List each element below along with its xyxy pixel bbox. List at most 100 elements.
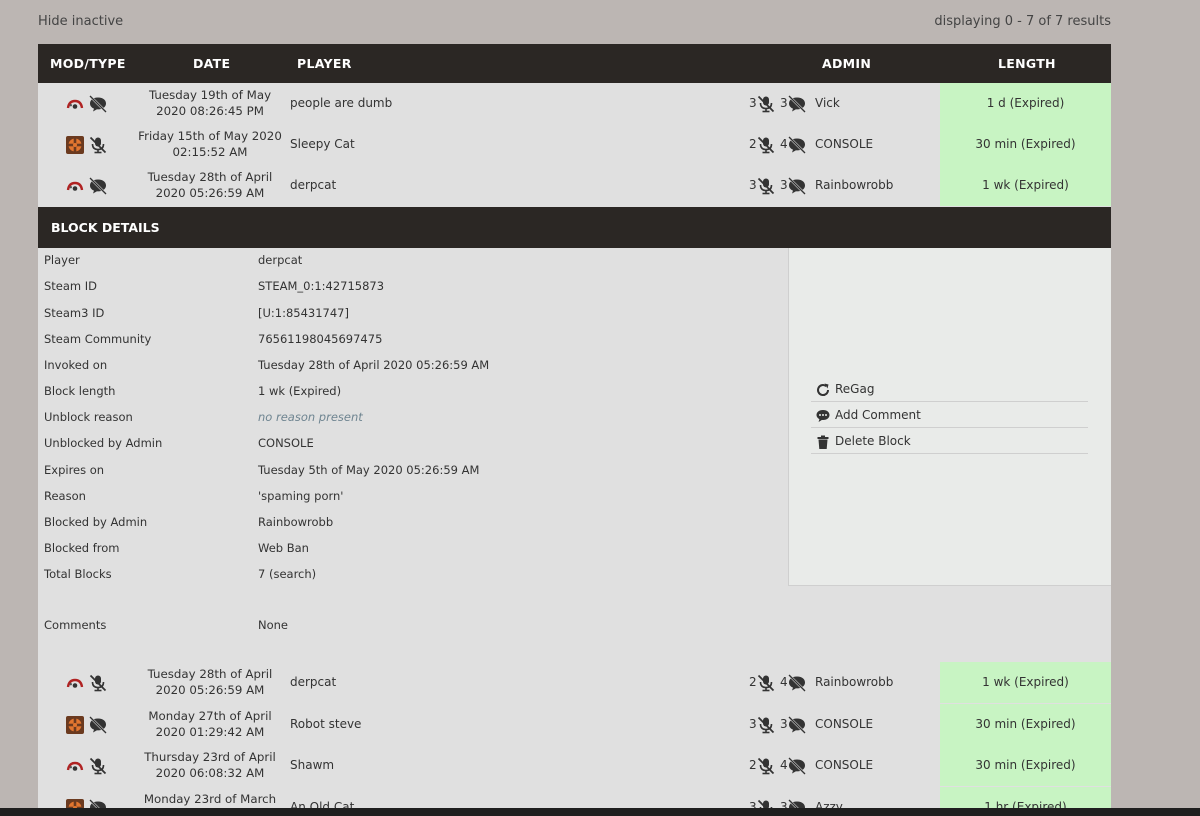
gag-icon <box>787 95 807 113</box>
date-cell: Thursday 23rd of April 2020 06:08:32 AM <box>134 749 286 781</box>
admin-name: CONSOLE <box>815 758 874 772</box>
detail-label: Expires on <box>44 463 105 477</box>
length-cell: 1 wk (Expired) <box>940 662 1111 703</box>
detail-label: Player <box>44 253 80 267</box>
detail-label: Steam Community <box>44 332 152 346</box>
action-label: ReGag <box>835 382 875 396</box>
length-cell: 1 wk (Expired) <box>940 165 1111 206</box>
action-label: Delete Block <box>835 434 911 448</box>
mod-type-cell <box>66 177 110 195</box>
add-comment-button[interactable]: Add Comment <box>811 402 1088 428</box>
comm-blocks-table: MOD/TYPE DATE PLAYER ADMIN LENGTH Tuesda… <box>38 44 1111 816</box>
table-row[interactable]: Friday 15th of May 2020 02:15:52 AM Slee… <box>38 124 1111 165</box>
column-header-date[interactable]: DATE <box>193 56 230 71</box>
detail-label: Invoked on <box>44 358 108 372</box>
trash-icon <box>817 435 829 449</box>
gag-icon <box>88 95 108 113</box>
table-row[interactable]: Tuesday 19th of May 2020 08:26:45 PM peo… <box>38 83 1111 124</box>
column-header-player[interactable]: PLAYER <box>297 56 352 71</box>
detail-value: None <box>258 618 289 632</box>
column-header-length[interactable]: LENGTH <box>998 56 1056 71</box>
window-bottom-edge <box>0 808 1200 816</box>
detail-label: Steam ID <box>44 279 98 293</box>
column-header-mod-type[interactable]: MOD/TYPE <box>50 56 126 71</box>
tf2-logo-icon <box>66 136 84 154</box>
column-header-admin[interactable]: ADMIN <box>822 56 871 71</box>
admin-name: Vick <box>815 96 840 110</box>
gag-icon <box>787 136 807 154</box>
game-logo-icon <box>66 674 84 692</box>
results-count: displaying 0 - 7 of 7 results <box>934 14 1111 29</box>
table-row[interactable]: Tuesday 28th of April 2020 05:26:59 AM d… <box>38 662 1111 703</box>
tf2-logo-icon <box>66 716 84 734</box>
detail-label: Blocked from <box>44 541 120 555</box>
block-counts: 2 4 <box>749 674 819 692</box>
length-cell: 30 min (Expired) <box>940 704 1111 745</box>
admin-name: CONSOLE <box>815 137 874 151</box>
mod-type-cell <box>66 674 110 692</box>
detail-label: Block length <box>44 384 116 398</box>
player-name: Robot steve <box>290 717 362 731</box>
gag-icon <box>787 757 807 775</box>
detail-value: CONSOLE <box>258 436 314 450</box>
detail-value: derpcat <box>258 253 303 267</box>
detail-value: STEAM_0:1:42715873 <box>258 279 385 293</box>
date-line: 2020 05:26:59 AM <box>155 683 265 697</box>
table-header: MOD/TYPE DATE PLAYER ADMIN LENGTH <box>38 44 1111 83</box>
detail-label: Unblocked by Admin <box>44 436 163 450</box>
detail-label: Steam3 ID <box>44 306 105 320</box>
date-cell: Monday 27th of April 2020 01:29:42 AM <box>134 708 286 740</box>
detail-label: Reason <box>44 489 86 503</box>
length-cell: 30 min (Expired) <box>940 745 1111 786</box>
detail-value: Tuesday 28th of April 2020 05:26:59 AM <box>258 358 490 372</box>
detail-label: Total Blocks <box>44 567 112 581</box>
hide-inactive-link[interactable]: Hide inactive <box>38 14 123 29</box>
detail-value: 'spaming porn' <box>258 489 344 503</box>
player-name: Sleepy Cat <box>290 137 355 151</box>
player-name: derpcat <box>290 178 337 192</box>
block-counts: 3 3 <box>749 95 819 113</box>
detail-label: Blocked by Admin <box>44 515 148 529</box>
length-cell: 30 min (Expired) <box>940 124 1111 165</box>
mute-icon <box>756 716 776 734</box>
gag-icon <box>787 674 807 692</box>
mod-type-cell <box>66 136 110 154</box>
date-line: 2020 08:26:45 PM <box>156 104 264 118</box>
date-line: Tuesday 28th of April <box>147 667 273 681</box>
results-bar: Hide inactive displaying 0 - 7 of 7 resu… <box>38 14 1111 34</box>
date-cell: Monday 23rd of March <box>134 791 286 807</box>
detail-value: 1 wk (Expired) <box>258 384 342 398</box>
table-row-selected[interactable]: Tuesday 28th of April 2020 05:26:59 AM d… <box>38 165 1111 206</box>
date-line: Monday 27th of April <box>148 709 272 723</box>
mod-type-cell <box>66 95 110 113</box>
block-counts: 2 4 <box>749 136 819 154</box>
date-line: Thursday 23rd of April <box>144 750 276 764</box>
table-row[interactable]: Thursday 23rd of April 2020 06:08:32 AM … <box>38 745 1111 786</box>
detail-value: [U:1:85431747] <box>258 306 349 320</box>
block-counts: 3 3 <box>749 716 819 734</box>
date-line: 2020 06:08:32 AM <box>155 766 265 780</box>
admin-name: Rainbowrobb <box>815 675 894 689</box>
date-cell: Tuesday 19th of May 2020 08:26:45 PM <box>134 87 286 119</box>
block-details-title: BLOCK DETAILS <box>51 220 160 235</box>
block-actions-panel: ReGag Add Comment Delete Block <box>788 248 1111 586</box>
gag-icon <box>88 177 108 195</box>
date-cell: Tuesday 28th of April 2020 05:26:59 AM <box>134 169 286 201</box>
block-details-header: BLOCK DETAILS <box>38 207 1111 248</box>
block-counts: 2 4 <box>749 757 819 775</box>
delete-block-button[interactable]: Delete Block <box>811 428 1088 454</box>
total-blocks-search-link[interactable]: 7 (search) <box>258 567 316 581</box>
game-logo-icon <box>66 177 84 195</box>
game-logo-icon <box>66 757 84 775</box>
mute-icon <box>756 177 776 195</box>
gag-icon <box>787 716 807 734</box>
date-line: Friday 15th of May 2020 <box>138 129 282 143</box>
mute-icon <box>88 757 108 775</box>
mute-icon <box>756 95 776 113</box>
regag-button[interactable]: ReGag <box>811 376 1088 402</box>
table-row[interactable]: Monday 27th of April 2020 01:29:42 AM Ro… <box>38 704 1111 745</box>
admin-name: CONSOLE <box>815 717 874 731</box>
steam-community-link[interactable]: 76561198045697475 <box>258 332 382 346</box>
detail-value: no reason present <box>258 410 363 424</box>
date-line: 02:15:52 AM <box>172 145 248 159</box>
